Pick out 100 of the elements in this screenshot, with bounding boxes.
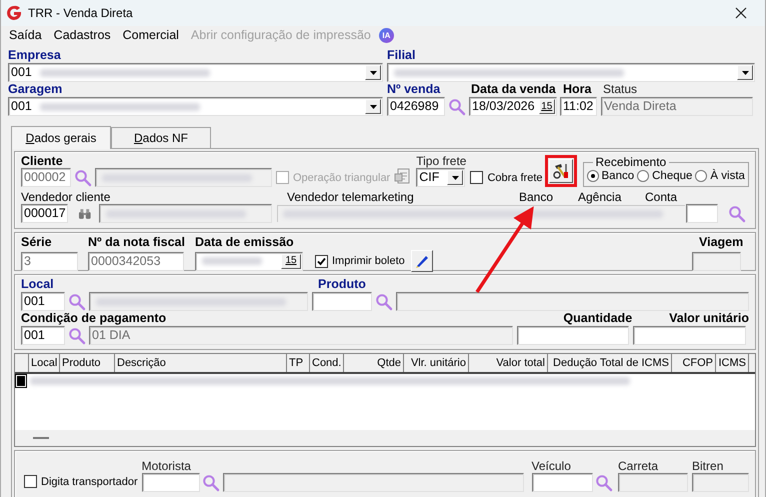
- document-icon[interactable]: [394, 167, 412, 185]
- search-icon[interactable]: [595, 474, 614, 492]
- checkbox[interactable]: [470, 171, 484, 184]
- account-field[interactable]: [686, 204, 718, 223]
- checkbox-label: Operação triangular: [293, 172, 390, 184]
- binoculars-icon[interactable]: [78, 208, 92, 220]
- calendar-button[interactable]: 15: [538, 99, 555, 114]
- garage-dropdown[interactable]: 001: [8, 97, 383, 116]
- field-label: Cliente: [21, 154, 64, 168]
- column-header[interactable]: CFOP: [672, 354, 716, 372]
- seller-code-field[interactable]: 000017: [21, 204, 68, 223]
- column-header[interactable]: Valor total: [469, 354, 548, 372]
- radio-button[interactable]: [637, 170, 650, 182]
- column-header[interactable]: Dedução Total de ICMS: [548, 354, 672, 372]
- radio-label: À vista: [710, 170, 745, 182]
- quantity-field[interactable]: [517, 326, 629, 345]
- series-field[interactable]: 3: [21, 252, 78, 270]
- radio-label: Cheque: [652, 170, 692, 182]
- field-label: Quantidade: [562, 311, 632, 325]
- field-label: Carreta: [618, 459, 660, 473]
- search-icon[interactable]: [74, 168, 92, 186]
- issue-date-field[interactable]: 15: [195, 252, 303, 270]
- company-dropdown[interactable]: 001: [8, 63, 383, 82]
- field-label: Data de emissão: [195, 235, 294, 249]
- search-icon[interactable]: [68, 292, 86, 310]
- field-label: Hora: [563, 82, 592, 96]
- radio-label: Banco: [602, 170, 634, 182]
- payment-code-field[interactable]: 001: [21, 326, 65, 345]
- field-label: Veículo: [532, 459, 572, 473]
- product-code-field[interactable]: [312, 292, 372, 311]
- field-label: Local: [21, 277, 55, 291]
- field-label: Empresa: [8, 48, 62, 62]
- search-icon[interactable]: [202, 474, 220, 492]
- radio-button[interactable]: [586, 170, 599, 182]
- sale-date-field[interactable]: 18/03/2026 15: [469, 97, 557, 116]
- caret-icon: [370, 70, 376, 74]
- column-header[interactable]: Local: [29, 354, 60, 372]
- checkbox[interactable]: [24, 475, 37, 488]
- radio-button[interactable]: [695, 170, 708, 182]
- checkbox-label: Digita transportador: [41, 476, 138, 488]
- field-label: Série: [21, 235, 53, 249]
- location-code-field[interactable]: 001: [21, 292, 65, 311]
- column-header[interactable]: Descrição: [115, 354, 287, 372]
- menu-item[interactable]: Comercial: [122, 28, 179, 42]
- field-label: Nº venda: [387, 82, 442, 96]
- field-label: Garagem: [8, 82, 64, 96]
- column-header[interactable]: ICMS: [716, 354, 749, 372]
- time-field[interactable]: 11:02: [560, 97, 597, 116]
- search-icon[interactable]: [68, 326, 86, 344]
- blurred-text: [202, 257, 262, 265]
- caret-icon: [742, 70, 748, 74]
- field-label: Motorista: [142, 459, 192, 473]
- checkbox[interactable]: [315, 254, 328, 268]
- status-field: Venda Direta: [601, 97, 753, 116]
- trip-field: [692, 252, 741, 270]
- pen-icon: [414, 253, 430, 269]
- invoice-number-field[interactable]: 0000342053: [88, 252, 184, 270]
- menu-item[interactable]: Cadastros: [54, 28, 111, 42]
- search-icon[interactable]: [375, 292, 394, 310]
- column-header[interactable]: Qtde: [344, 354, 404, 372]
- dropdown-button[interactable]: [447, 170, 464, 185]
- ia-badge[interactable]: IA: [378, 28, 394, 42]
- search-icon[interactable]: [728, 204, 746, 222]
- freight-type-dropdown[interactable]: CIF: [416, 168, 466, 187]
- field-label: Produto: [318, 277, 366, 291]
- field-label: Data da venda: [471, 82, 557, 96]
- column-header[interactable]: TP: [287, 354, 310, 372]
- driver-code-field[interactable]: [142, 473, 200, 492]
- field-label: Valor unitário: [668, 311, 749, 325]
- unit-price-field[interactable]: [633, 326, 746, 345]
- field-label: Nº da nota fiscal: [88, 235, 186, 249]
- field-label: Bitren: [692, 459, 724, 473]
- calendar-button[interactable]: 15: [281, 254, 301, 268]
- column-header[interactable]: Produto: [60, 354, 115, 372]
- payment-condition-field: 01 DIA: [89, 326, 513, 345]
- dropdown-button[interactable]: [365, 99, 381, 114]
- column-header[interactable]: Vlr. unitário: [404, 354, 469, 372]
- menu-item[interactable]: Saída: [9, 28, 42, 42]
- tab[interactable]: Dados gerais: [11, 126, 111, 149]
- tab[interactable]: Dados NF: [111, 127, 211, 148]
- field-label: Vendedor cliente: [21, 190, 110, 204]
- dropdown-button[interactable]: [365, 65, 381, 80]
- checkbox-label: Cobra frete: [487, 172, 543, 184]
- sale-number-field[interactable]: 0426989: [387, 97, 445, 116]
- caret-icon: [452, 176, 459, 180]
- column-header[interactable]: Cond.: [310, 354, 344, 372]
- bitren-field: [692, 473, 750, 492]
- pen-button[interactable]: [410, 250, 433, 272]
- search-icon[interactable]: [448, 98, 466, 116]
- field-label: Condição de pagamento: [21, 311, 168, 325]
- logo-icon: [6, 5, 22, 21]
- field-label: Tipo frete: [416, 154, 466, 168]
- dropdown-button[interactable]: [737, 65, 753, 80]
- branch-dropdown[interactable]: [387, 63, 755, 82]
- trailer-field: [618, 473, 688, 492]
- client-code-field[interactable]: 000002: [21, 168, 71, 187]
- vehicle-field[interactable]: [532, 473, 593, 492]
- group-box-title: Recebimento: [594, 157, 668, 167]
- tools-icon: [552, 162, 570, 180]
- field-label: Status: [603, 82, 638, 96]
